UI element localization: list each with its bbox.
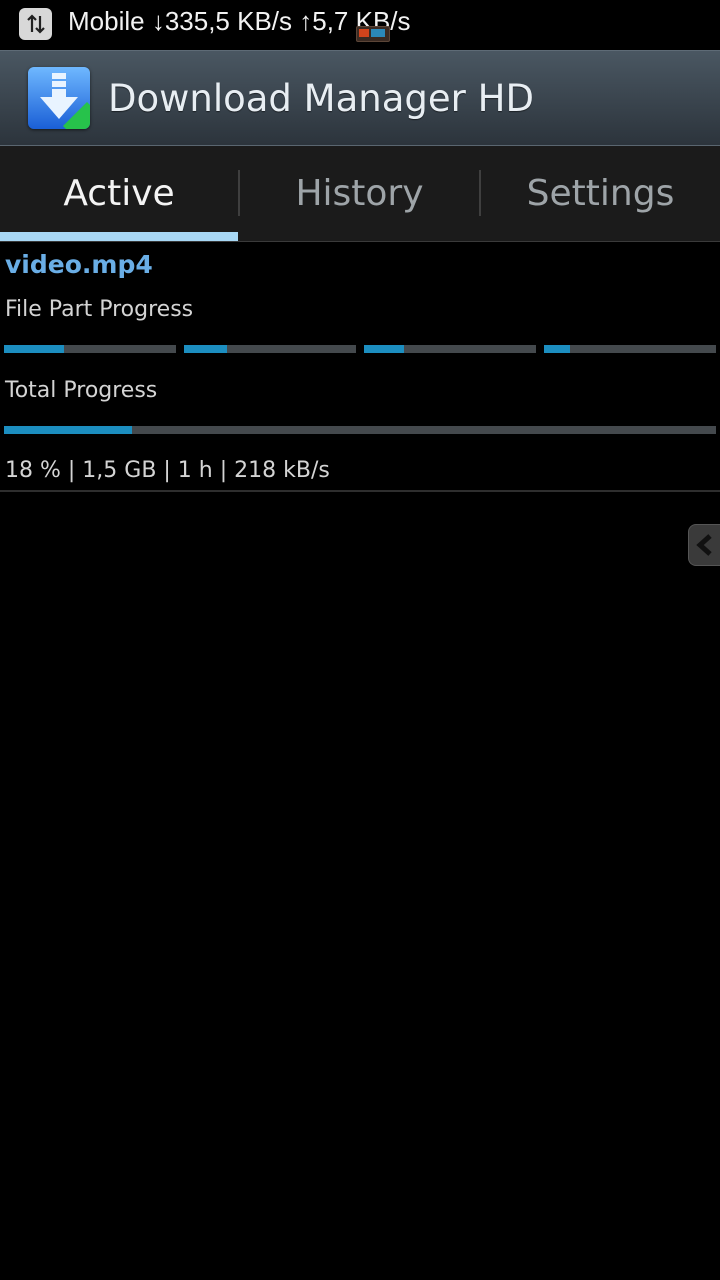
- tab-active[interactable]: Active: [0, 146, 238, 240]
- total-progress-label: Total Progress: [5, 378, 158, 403]
- status-bar: Mobile ↓335,5 KB/s ↑5,7 KB/s: [0, 0, 720, 48]
- file-part-progress-bar: [544, 345, 716, 353]
- app-title: Download Manager HD: [108, 77, 534, 120]
- tab-settings[interactable]: Settings: [481, 146, 720, 240]
- total-progress-fill: [4, 426, 133, 434]
- tab-history[interactable]: History: [240, 146, 479, 240]
- total-progress-bar: [4, 426, 716, 434]
- file-part-progress-bar: [364, 345, 536, 353]
- tab-bar: Active History Settings: [0, 146, 720, 242]
- side-panel-handle[interactable]: [688, 524, 720, 566]
- data-transfer-icon: [19, 8, 52, 40]
- file-part-progress-bar: [4, 345, 176, 353]
- download-arrow-icon[interactable]: [28, 67, 90, 129]
- action-bar: Download Manager HD: [0, 50, 720, 146]
- download-stats: 18 % | 1,5 GB | 1 h | 218 kB/s: [5, 458, 330, 483]
- file-part-progress-fill: [544, 345, 570, 353]
- notification-battery-icon: [356, 26, 390, 42]
- tab-selected-indicator: [0, 232, 238, 241]
- file-part-progress-bar: [184, 345, 356, 353]
- file-part-progress-fill: [364, 345, 404, 353]
- chevron-left-icon: [695, 534, 712, 556]
- file-part-progress-fill: [184, 345, 227, 353]
- file-name: video.mp4: [5, 250, 153, 279]
- download-list-item[interactable]: video.mp4 File Part Progress Total Progr…: [0, 243, 720, 492]
- file-part-progress-fill: [4, 345, 65, 353]
- file-part-progress-label: File Part Progress: [5, 297, 194, 322]
